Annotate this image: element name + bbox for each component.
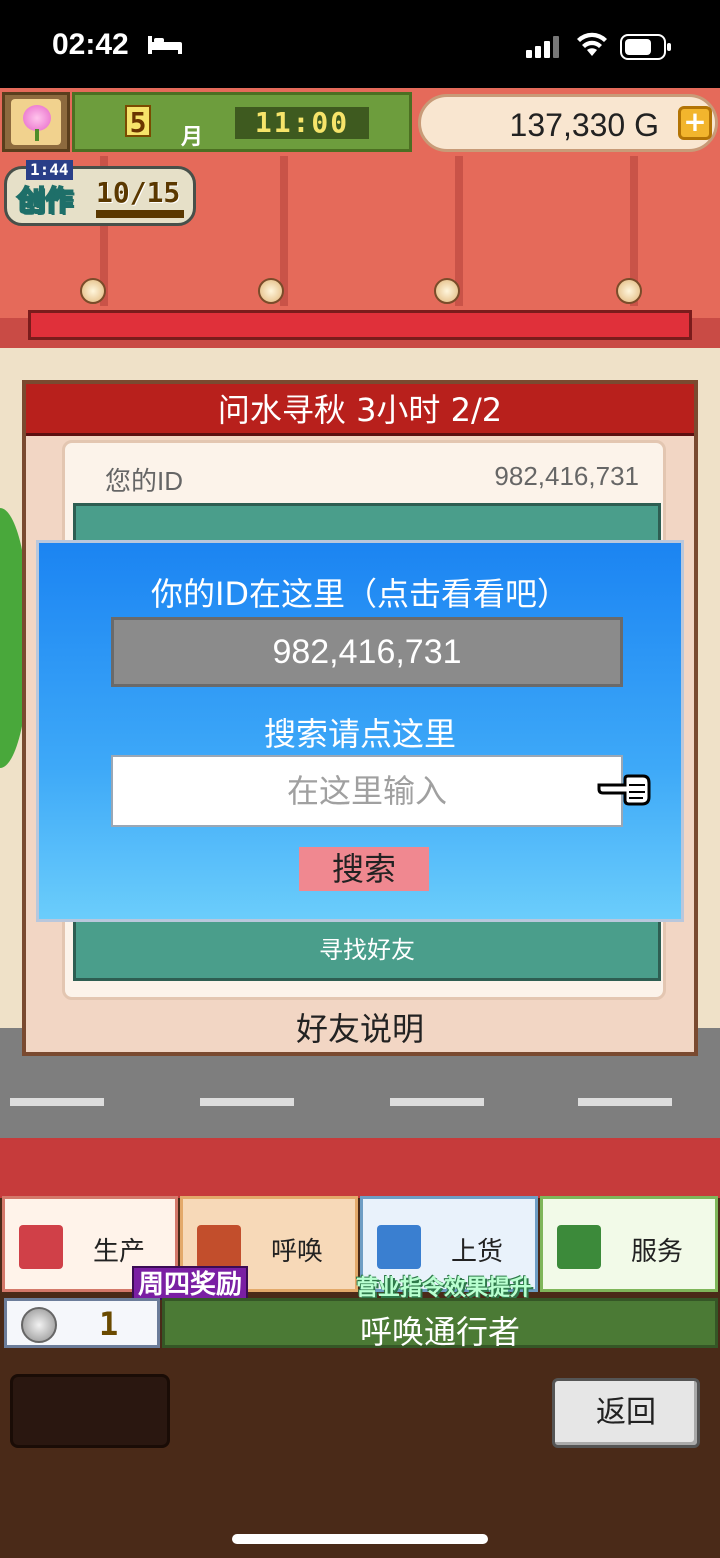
add-gold-button[interactable]: + xyxy=(678,106,712,140)
battery-icon xyxy=(620,34,671,60)
status-bar: 02:42 xyxy=(0,0,720,88)
service-label: 服务 xyxy=(631,1237,684,1267)
summon-passerby-button[interactable]: 呼唤通行者 xyxy=(162,1298,718,1351)
road-marking xyxy=(390,1098,484,1106)
my-id-label: 您的ID xyxy=(105,466,184,496)
emblem-background xyxy=(11,99,61,145)
create-progress-bar xyxy=(96,210,184,218)
coin-count: 1 xyxy=(99,1305,119,1343)
coin-icon xyxy=(21,1307,57,1343)
popup-title: 你的ID在这里（点击看看吧） xyxy=(150,575,570,613)
friend-id-input[interactable] xyxy=(111,755,623,827)
produce-icon xyxy=(19,1225,63,1269)
coin-counter: 1 xyxy=(4,1298,160,1348)
wifi-icon xyxy=(577,32,607,56)
sleep-mode-icon xyxy=(148,36,182,54)
back-button[interactable]: 返回 xyxy=(552,1378,700,1448)
my-id-value: 982,416,731 xyxy=(494,461,639,491)
create-count: 10/15 xyxy=(96,176,181,209)
my-id-display[interactable]: 982,416,731 xyxy=(111,617,623,687)
pointing-hand-icon xyxy=(597,774,651,806)
road-marking xyxy=(578,1098,672,1106)
dialog-title: 问水寻秋 3小时 2/2 xyxy=(26,384,694,436)
service-icon xyxy=(557,1225,601,1269)
call-icon xyxy=(197,1225,241,1269)
friend-help-button[interactable]: 好友说明 xyxy=(26,1004,694,1050)
gold-panel: 137,330 G xyxy=(418,94,718,152)
service-button[interactable]: 服务 xyxy=(540,1196,718,1292)
stock-label: 上货 xyxy=(451,1237,504,1267)
search-label: 搜索请点这里 xyxy=(263,715,456,753)
find-friend-label: 寻找好友 xyxy=(319,936,415,964)
search-button[interactable]: 搜索 xyxy=(299,847,429,891)
road-marking xyxy=(200,1098,294,1106)
month-label: 月 xyxy=(181,125,204,150)
thursday-bonus-badge: 周四奖励 xyxy=(132,1266,249,1300)
flower-stem xyxy=(35,129,39,141)
empty-slot xyxy=(10,1374,170,1448)
status-time: 02:42 xyxy=(52,28,129,61)
create-label: 创作 xyxy=(16,183,74,218)
summon-label: 呼唤通行者 xyxy=(359,1313,520,1351)
road-marking xyxy=(10,1098,104,1106)
flower-icon xyxy=(23,105,51,131)
home-indicator[interactable] xyxy=(232,1534,488,1544)
date-panel: 5 月 11:00 xyxy=(72,92,412,152)
produce-label: 生产 xyxy=(93,1237,146,1267)
month-number: 5 xyxy=(125,105,151,139)
search-popup: 你的ID在这里（点击看看吧） 982,416,731 搜索请点这里 搜索 xyxy=(36,540,684,922)
call-label: 呼唤 xyxy=(271,1237,324,1267)
cellular-signal-icon xyxy=(526,36,559,58)
shop-emblem[interactable] xyxy=(2,92,70,152)
game-clock: 11:00 xyxy=(235,107,369,139)
lamp-icon xyxy=(616,278,642,304)
lamp-icon xyxy=(434,278,460,304)
create-timer: 1:44 xyxy=(26,160,73,180)
lamp-icon xyxy=(258,278,284,304)
shop-awning xyxy=(28,310,692,340)
stock-icon xyxy=(377,1225,421,1269)
gold-amount: 137,330 G xyxy=(509,107,659,143)
lamp-icon xyxy=(80,278,106,304)
